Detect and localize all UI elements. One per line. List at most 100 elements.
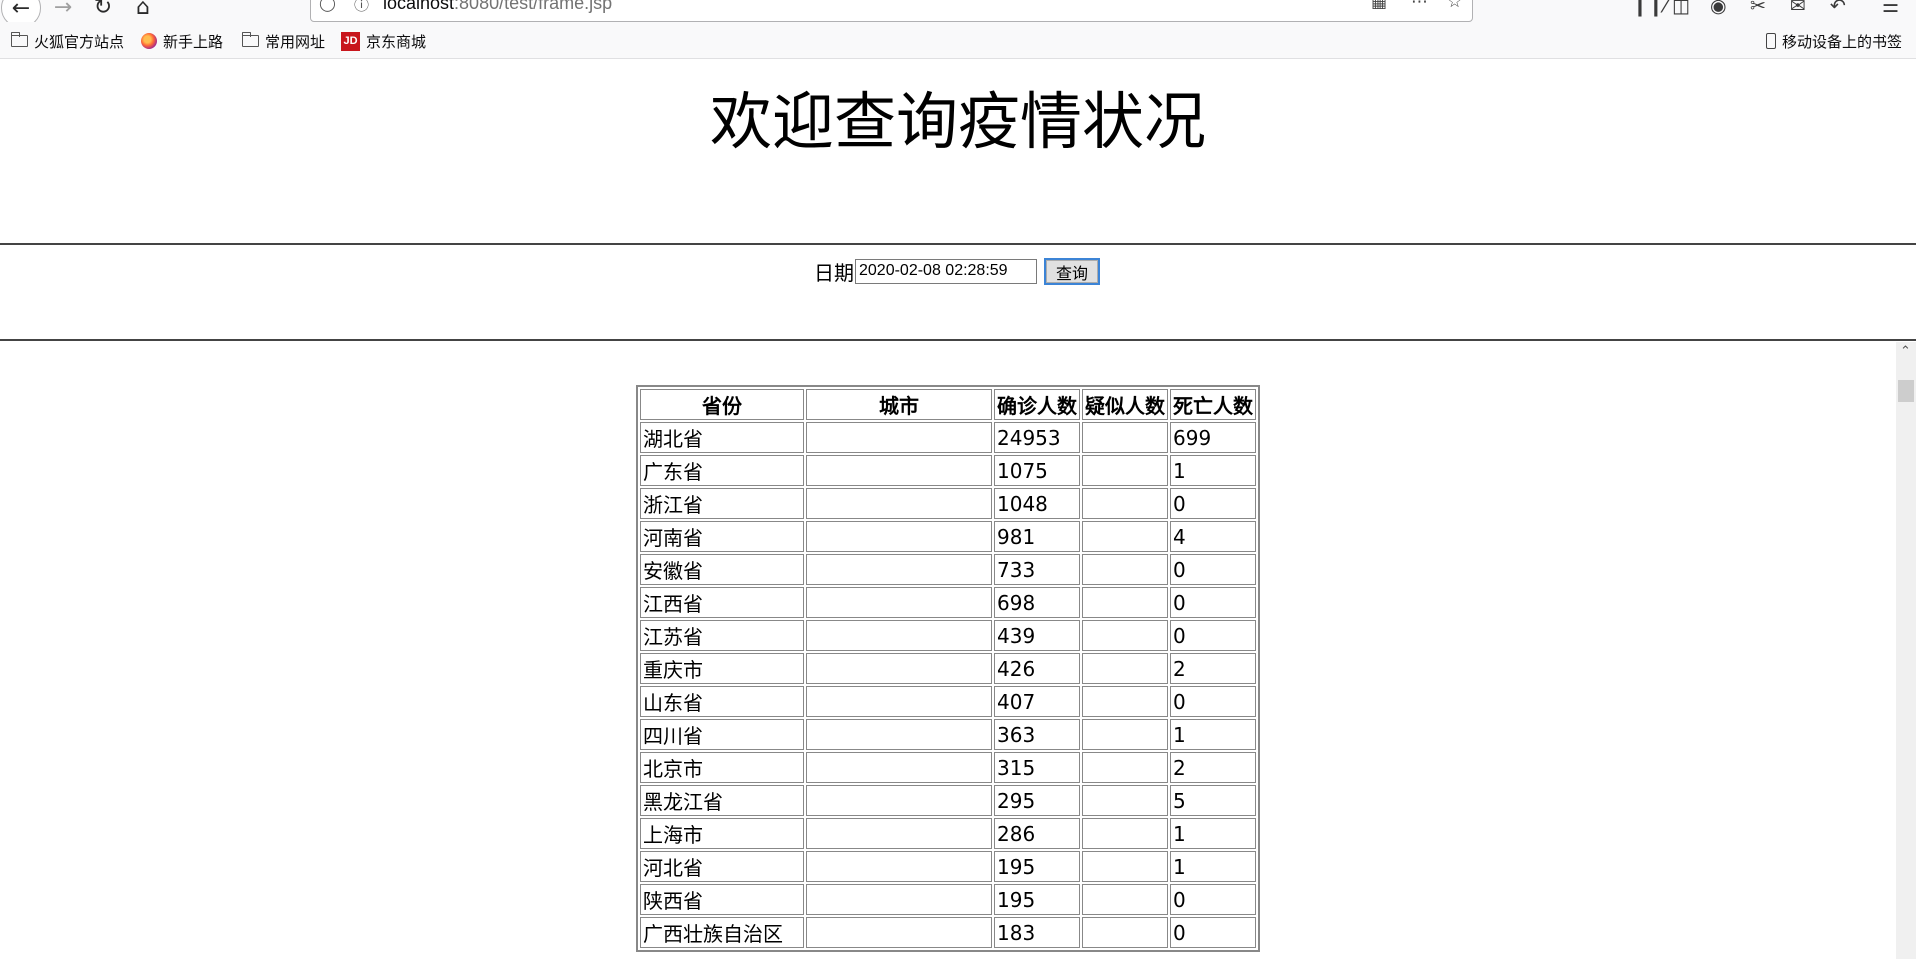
- chat-icon[interactable]: ✉: [1790, 0, 1806, 17]
- cell-city: [806, 818, 992, 849]
- cell-confirmed: 1075: [994, 455, 1080, 486]
- cell-deaths: 0: [1170, 620, 1256, 651]
- folder-icon: [11, 32, 28, 47]
- jd-icon: JD: [341, 31, 360, 51]
- cell-city: [806, 422, 992, 453]
- table-row: 江苏省 439 0: [640, 620, 1256, 651]
- url-host: localhost: [383, 0, 455, 13]
- info-icon[interactable]: ⓘ: [354, 0, 369, 15]
- cell-suspected: [1082, 620, 1168, 651]
- table-row: 安徽省 733 0: [640, 554, 1256, 585]
- cell-city: [806, 587, 992, 618]
- divider: [0, 243, 1916, 245]
- cell-province: 安徽省: [640, 554, 804, 585]
- results-table-wrapper: 省份 城市 确诊人数 疑似人数 死亡人数 湖北省 24953 699 广东省 1075 1…: [636, 385, 1260, 952]
- cell-suspected: [1082, 554, 1168, 585]
- results-table: 省份 城市 确诊人数 疑似人数 死亡人数 湖北省 24953 699 广东省 1075 1…: [636, 385, 1260, 952]
- library-icon[interactable]: ❙❙⁄: [1632, 0, 1667, 17]
- cell-city: [806, 917, 992, 948]
- more-icon[interactable]: ⋯: [1411, 0, 1428, 12]
- cell-deaths: 5: [1170, 785, 1256, 816]
- bookmarks-bar: 火狐官方站点 新手上路 常用网址 JD 京东商城 移动设备上的书签: [0, 22, 1916, 59]
- cell-city: [806, 521, 992, 552]
- cell-city: [806, 686, 992, 717]
- cell-suspected: [1082, 653, 1168, 684]
- cell-confirmed: 183: [994, 917, 1080, 948]
- bookmark-common-sites[interactable]: 常用网址: [242, 31, 325, 51]
- cell-confirmed: 24953: [994, 422, 1080, 453]
- cell-deaths: 2: [1170, 653, 1256, 684]
- cell-confirmed: 426: [994, 653, 1080, 684]
- cell-province: 湖北省: [640, 422, 804, 453]
- cell-confirmed: 363: [994, 719, 1080, 750]
- table-row: 河北省 195 1: [640, 851, 1256, 882]
- folder-icon: [242, 32, 259, 47]
- undo-icon[interactable]: ↶: [1830, 0, 1846, 17]
- qr-code-icon[interactable]: ▦: [1371, 0, 1387, 12]
- mobile-device-icon: [1766, 33, 1776, 49]
- cell-city: [806, 554, 992, 585]
- cell-suspected: [1082, 752, 1168, 783]
- cell-deaths: 0: [1170, 884, 1256, 915]
- cell-confirmed: 1048: [994, 488, 1080, 519]
- header-city: 城市: [806, 389, 992, 420]
- page-content: 欢迎查询疫情状况 日期 查询 省份 城市 确诊人数 疑似人数 死亡人数 湖北省 2…: [0, 59, 1916, 960]
- bookmark-label: 新手上路: [163, 33, 224, 51]
- url-path: :8080/test/frame.jsp: [454, 0, 613, 13]
- cell-confirmed: 698: [994, 587, 1080, 618]
- cell-city: [806, 785, 992, 816]
- bookmark-getting-started[interactable]: 新手上路: [141, 31, 223, 51]
- cell-city: [806, 653, 992, 684]
- vertical-scrollbar[interactable]: ⌃: [1896, 342, 1916, 959]
- table-body: 湖北省 24953 699 广东省 1075 1 浙江省 1048 0 河南省 981 4 安徽省 733…: [640, 422, 1256, 948]
- url-text[interactable]: localhost:8080/test/frame.jsp: [383, 0, 612, 14]
- cell-deaths: 0: [1170, 917, 1256, 948]
- scroll-up-icon[interactable]: ⌃: [1900, 344, 1911, 359]
- table-row: 江西省 698 0: [640, 587, 1256, 618]
- cell-confirmed: 295: [994, 785, 1080, 816]
- firefox-icon: [141, 33, 157, 49]
- cell-deaths: 1: [1170, 719, 1256, 750]
- cell-city: [806, 851, 992, 882]
- cell-suspected: [1082, 422, 1168, 453]
- address-bar[interactable]: ◯ ⓘ localhost:8080/test/frame.jsp ▦ ⋯ ☆: [310, 0, 1473, 22]
- cell-suspected: [1082, 917, 1168, 948]
- scrollbar-thumb[interactable]: [1898, 380, 1914, 402]
- table-row: 广西壮族自治区 183 0: [640, 917, 1256, 948]
- cell-confirmed: 315: [994, 752, 1080, 783]
- table-row: 黑龙江省 295 5: [640, 785, 1256, 816]
- cell-province: 上海市: [640, 818, 804, 849]
- sidebar-icon[interactable]: ◫: [1672, 0, 1690, 17]
- menu-icon[interactable]: ☰: [1882, 0, 1899, 17]
- star-icon[interactable]: ☆: [1447, 0, 1462, 12]
- table-header-row: 省份 城市 确诊人数 疑似人数 死亡人数: [640, 389, 1256, 420]
- bookmark-mobile[interactable]: 移动设备上的书签: [1766, 31, 1902, 51]
- table-row: 山东省 407 0: [640, 686, 1256, 717]
- cell-city: [806, 455, 992, 486]
- cell-confirmed: 195: [994, 851, 1080, 882]
- cell-deaths: 699: [1170, 422, 1256, 453]
- cell-suspected: [1082, 521, 1168, 552]
- screenshot-icon[interactable]: ✂: [1750, 0, 1766, 17]
- cell-suspected: [1082, 785, 1168, 816]
- shield-icon[interactable]: ◯: [319, 0, 336, 12]
- cell-confirmed: 407: [994, 686, 1080, 717]
- cell-deaths: 1: [1170, 455, 1256, 486]
- cell-suspected: [1082, 686, 1168, 717]
- cell-province: 北京市: [640, 752, 804, 783]
- table-row: 上海市 286 1: [640, 818, 1256, 849]
- table-row: 广东省 1075 1: [640, 455, 1256, 486]
- bookmark-firefox-official[interactable]: 火狐官方站点: [11, 31, 124, 51]
- cell-confirmed: 195: [994, 884, 1080, 915]
- header-deaths: 死亡人数: [1170, 389, 1256, 420]
- table-row: 陕西省 195 0: [640, 884, 1256, 915]
- query-button[interactable]: 查询: [1044, 257, 1101, 285]
- account-icon[interactable]: ◉: [1710, 0, 1727, 17]
- bookmark-jd-mall[interactable]: JD 京东商城: [341, 31, 426, 51]
- browser-toolbar: ← → ↻ ⌂ ◯ ⓘ localhost:8080/test/frame.js…: [0, 0, 1916, 28]
- date-input[interactable]: [855, 258, 1037, 284]
- cell-province: 江西省: [640, 587, 804, 618]
- cell-deaths: 0: [1170, 554, 1256, 585]
- cell-suspected: [1082, 719, 1168, 750]
- query-form: 日期 查询: [814, 257, 1101, 285]
